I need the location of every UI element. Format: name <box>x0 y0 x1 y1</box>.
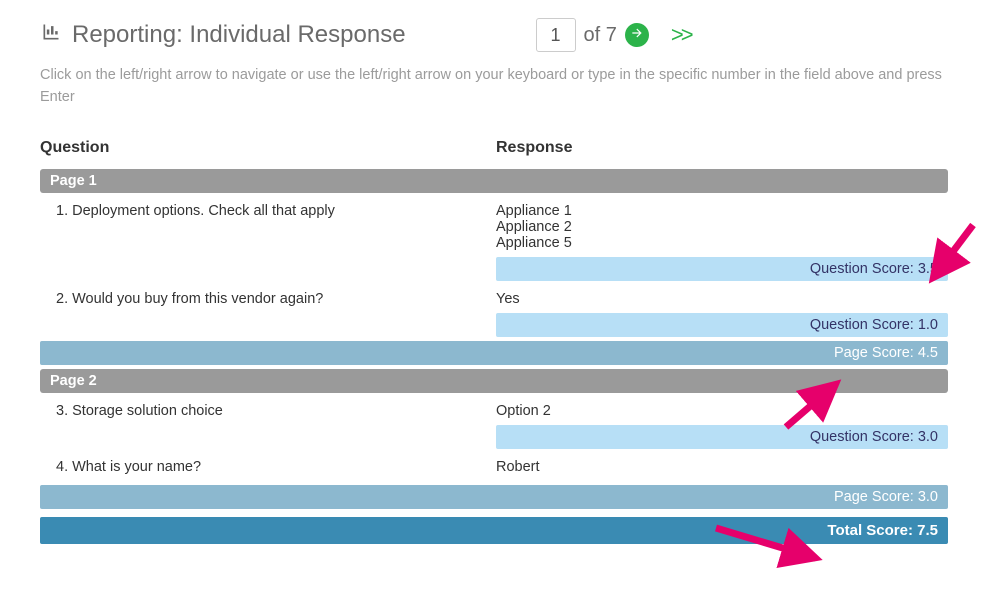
arrow-right-icon <box>630 26 644 45</box>
question-score: Question Score: 3.5 <box>496 257 948 281</box>
question-row: 1. Deployment options. Check all that ap… <box>40 193 948 257</box>
response-text: Appliance 1Appliance 2Appliance 5 <box>496 203 932 251</box>
question-score: Question Score: 1.0 <box>496 313 948 337</box>
question-text: 2. Would you buy from this vendor again? <box>56 291 496 307</box>
question-row: 3. Storage solution choiceOption 2 <box>40 393 948 425</box>
question-text: 4. What is your name? <box>56 459 496 475</box>
page-title: Reporting: Individual Response <box>40 21 406 49</box>
total-score: Total Score: 7.5 <box>40 517 948 544</box>
last-button[interactable]: >> <box>671 22 691 48</box>
question-text: 3. Storage solution choice <box>56 403 496 419</box>
page-number-input[interactable] <box>536 18 576 52</box>
pagination: of 7 >> <box>536 18 691 52</box>
response-text: Yes <box>496 291 932 307</box>
column-headers: Question Response <box>40 139 948 157</box>
response-text: Option 2 <box>496 403 932 419</box>
page-header: Page 2 <box>40 369 948 393</box>
page-score: Page Score: 4.5 <box>40 341 948 365</box>
response-text: Robert <box>496 459 932 475</box>
bar-chart-icon <box>40 21 62 49</box>
page-title-text: Reporting: Individual Response <box>72 21 406 49</box>
page-total-label: of 7 <box>584 24 617 47</box>
page-header: Page 1 <box>40 169 948 193</box>
instructions-text: Click on the left/right arrow to navigat… <box>40 64 948 109</box>
question-row: 4. What is your name?Robert <box>40 449 948 481</box>
column-header-response: Response <box>496 139 948 157</box>
question-row: 2. Would you buy from this vendor again?… <box>40 281 948 313</box>
page-score: Page Score: 3.0 <box>40 485 948 509</box>
next-button[interactable] <box>625 23 649 47</box>
column-header-question: Question <box>40 139 496 157</box>
question-text: 1. Deployment options. Check all that ap… <box>56 203 496 251</box>
question-score: Question Score: 3.0 <box>496 425 948 449</box>
